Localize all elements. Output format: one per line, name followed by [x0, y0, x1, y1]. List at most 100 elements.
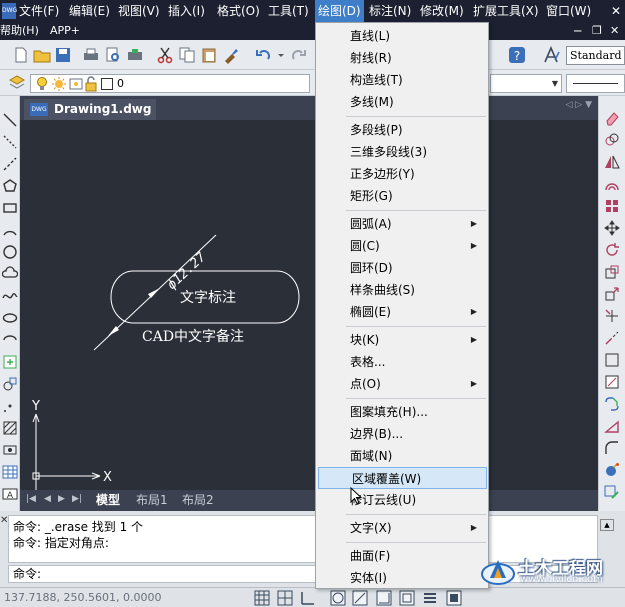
drawing-area[interactable]: DWG Drawing1.dwg ◁ ▷ ▼ ϕ12.27 文字标注 CAD中文… [20, 96, 598, 511]
menu-item-region[interactable]: 面域(N) [317, 445, 487, 467]
paste-icon[interactable] [200, 46, 218, 64]
menu-item-point[interactable]: 点(O) ▶ [317, 373, 487, 395]
close-window-icon[interactable]: ✕ [610, 22, 619, 40]
extend-icon[interactable] [604, 330, 620, 346]
join-icon[interactable] [604, 374, 620, 390]
color-select[interactable]: ▼ [490, 74, 562, 93]
menu-item-block[interactable]: 块(K) ▶ [317, 329, 487, 351]
revcloud-tool-icon[interactable] [2, 266, 18, 282]
first-layout-icon[interactable]: |◀ [26, 494, 36, 504]
copy-icon[interactable] [178, 46, 196, 64]
menu-item-polygon[interactable]: 正多边形(Y) [317, 163, 487, 185]
text-style-icon[interactable] [543, 46, 561, 64]
print-preview-icon[interactable] [104, 46, 122, 64]
redo-icon[interactable] [290, 46, 308, 64]
erase-icon[interactable] [604, 110, 620, 126]
layer-manager-icon[interactable] [8, 74, 26, 92]
break-icon[interactable] [604, 352, 620, 368]
snap-toggle-icon[interactable] [277, 590, 293, 606]
note-text[interactable]: CAD中文字备注 [142, 328, 244, 345]
close-icon[interactable]: ✕ [0, 515, 8, 526]
line-tool-icon[interactable] [2, 112, 18, 128]
scale-icon[interactable] [604, 264, 620, 280]
minimize-doc-icon[interactable]: ─ [574, 22, 581, 40]
menu-tools[interactable]: 工具(T) [268, 0, 309, 22]
publish-icon[interactable] [126, 46, 144, 64]
table-tool-icon[interactable] [2, 464, 18, 480]
menu-item-boundary[interactable]: 边界(B)... [317, 423, 487, 445]
insert-block-icon[interactable] [2, 354, 18, 370]
tab-layout1[interactable]: 布局1 [136, 491, 168, 510]
region-tool-icon[interactable] [2, 442, 18, 458]
menu-item-3d-polyline[interactable]: 三维多段线(3) [317, 141, 487, 163]
arc-fillet-icon[interactable] [604, 440, 620, 456]
menu-window[interactable]: 窗口(W) [546, 0, 591, 22]
unlock-icon[interactable] [85, 76, 97, 92]
viewport-icon[interactable] [69, 76, 83, 92]
shape-label-text[interactable]: 文字标注 [180, 290, 236, 306]
undo-icon[interactable] [254, 46, 272, 64]
close-doc-icon[interactable]: ✕ [609, 0, 623, 22]
text-style-select[interactable]: Standard [566, 46, 625, 65]
tab-model[interactable]: 模型 [96, 491, 120, 510]
last-layout-icon[interactable]: ▶| [72, 494, 82, 504]
linetype-select[interactable] [566, 74, 625, 93]
next-layout-icon[interactable]: ▶ [58, 494, 65, 504]
menu-draw[interactable]: 绘图(D) [315, 0, 364, 22]
menu-item-table[interactable]: 表格... [317, 351, 487, 373]
ellipse-tool-icon[interactable] [2, 310, 18, 326]
menu-item-circle[interactable]: 圆(C) ▶ [317, 235, 487, 257]
save-icon[interactable] [54, 46, 72, 64]
dyn-toggle-icon[interactable] [399, 590, 415, 606]
menu-format[interactable]: 格式(O) [217, 0, 260, 22]
menu-help[interactable]: 帮助(H) [0, 22, 39, 40]
rotate-icon[interactable] [604, 242, 620, 258]
copy-object-icon[interactable] [604, 132, 620, 148]
menu-item-text[interactable]: 文字(X) ▶ [317, 517, 487, 539]
point-tool-icon[interactable] [2, 398, 18, 414]
restore-doc-icon[interactable]: ❐ [592, 22, 602, 40]
chamfer-icon[interactable] [604, 396, 620, 412]
document-tab[interactable]: DWG Drawing1.dwg [24, 99, 156, 120]
make-block-icon[interactable] [2, 376, 18, 392]
arc-tool-icon[interactable] [2, 222, 18, 238]
grid-toggle-icon[interactable] [254, 590, 270, 606]
move-icon[interactable] [604, 220, 620, 236]
tab-scroll-arrows[interactable]: ◁ ▷ ▼ [566, 100, 593, 110]
explode-icon[interactable] [604, 462, 620, 478]
menu-item-xline[interactable]: 构造线(T) [317, 69, 487, 91]
sun-icon[interactable] [51, 76, 67, 92]
open-folder-icon[interactable] [33, 46, 51, 64]
menu-item-ray[interactable]: 射线(R) [317, 47, 487, 69]
properties-edit-icon[interactable] [604, 484, 620, 500]
menu-dimension[interactable]: 标注(N) [369, 0, 411, 22]
menu-view[interactable]: 视图(V) [118, 0, 160, 22]
stretch-icon[interactable] [604, 286, 620, 302]
offset-icon[interactable] [604, 176, 620, 192]
lineweight-toggle-icon[interactable] [422, 590, 438, 606]
menu-app-plus[interactable]: APP+ [50, 22, 80, 40]
menu-item-wipeout[interactable]: 区域覆盖(W) [318, 467, 487, 489]
menu-item-donut[interactable]: 圆环(D) [317, 257, 487, 279]
ellipse-arc-tool-icon[interactable] [2, 332, 18, 348]
menu-item-surface[interactable]: 曲面(F) [317, 545, 487, 567]
mirror-icon[interactable] [604, 154, 620, 170]
mtext-tool-icon[interactable]: A [2, 486, 18, 502]
cut-icon[interactable] [156, 46, 174, 64]
help-icon[interactable]: ? [508, 46, 526, 64]
spline-tool-icon[interactable] [2, 288, 18, 304]
layer-select[interactable]: 0 [30, 74, 310, 93]
lightbulb-icon[interactable] [35, 76, 49, 92]
ortho-toggle-icon[interactable] [300, 590, 316, 606]
hatch-tool-icon[interactable] [2, 420, 18, 436]
model-space-canvas[interactable]: ϕ12.27 文字标注 CAD中文字备注 Y X [20, 120, 598, 490]
prev-layout-icon[interactable]: ◀ [44, 494, 51, 504]
rectangle-tool-icon[interactable] [2, 200, 18, 216]
menu-item-revcloud[interactable]: 修订云线(U) [317, 489, 487, 511]
menu-item-solid[interactable]: 实体(I) [317, 567, 487, 589]
menu-insert[interactable]: 插入(I) [168, 0, 205, 22]
menu-item-line[interactable]: 直线(L) [317, 25, 487, 47]
menu-item-spline[interactable]: 样条曲线(S) [317, 279, 487, 301]
polygon-tool-icon[interactable] [2, 178, 18, 194]
menu-extension-tools[interactable]: 扩展工具(X) [473, 0, 539, 22]
